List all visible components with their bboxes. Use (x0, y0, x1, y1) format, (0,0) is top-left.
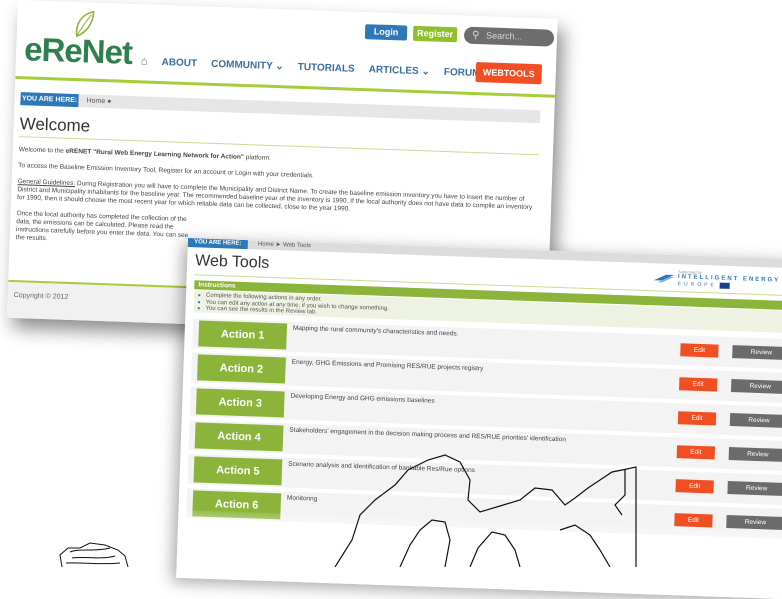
review-button[interactable]: Review (732, 345, 782, 361)
leaf-icon (75, 10, 95, 38)
breadcrumb-path[interactable]: Home ► Web Tools (258, 240, 311, 251)
main-nav: ⌂ ABOUT COMMUNITY ⌄ TUTORIALS ARTICLES ⌄… (141, 55, 481, 79)
search-icon: ⚲ (471, 29, 480, 42)
login-button[interactable]: Login (364, 24, 408, 41)
webtools-title: Web Tools (194, 252, 270, 272)
home-icon[interactable]: ⌂ (141, 55, 148, 67)
action-3-label: Action 3 (195, 388, 285, 418)
edit-button[interactable]: Edit (680, 343, 719, 358)
nav-about[interactable]: ABOUT (161, 57, 197, 69)
review-button[interactable]: Review (726, 514, 782, 530)
search-placeholder: Search... (485, 30, 523, 42)
copyright-text: Copyright © 2012 (13, 292, 69, 301)
search-input[interactable]: ⚲ Search... (463, 26, 555, 47)
review-button[interactable]: Review (729, 413, 782, 429)
edit-button[interactable]: Edit (674, 513, 713, 528)
breadcrumb: YOU ARE HERE: Home ● (20, 92, 541, 124)
nav-articles[interactable]: ARTICLES ⌄ (369, 64, 431, 77)
action-description: Mapping the rural community's characteri… (292, 324, 459, 338)
edit-button[interactable]: Edit (675, 479, 714, 494)
once-paragraph: Once the local authority has completed t… (15, 210, 189, 243)
edit-button[interactable]: Edit (678, 377, 718, 392)
review-button[interactable]: Review (730, 379, 782, 395)
sponsor-logo: Supported by INTELLIGENT ENERGY EUROPE (652, 268, 782, 293)
action-4-label: Action 4 (194, 422, 284, 452)
erenet-logo[interactable]: eReNet (24, 10, 133, 72)
edit-button[interactable]: Edit (677, 411, 717, 426)
breadcrumb-tag: YOU ARE HERE: (187, 238, 248, 250)
site-header: Login Register ⚲ Search... eReNet ⌂ ABOU… (15, 0, 558, 97)
review-button[interactable]: Review (728, 447, 782, 463)
island-sketch-icon (59, 542, 129, 567)
nav-tutorials[interactable]: TUTORIALS (298, 61, 355, 74)
action-2-label: Action 2 (197, 354, 286, 384)
intelligent-energy-logo-icon (653, 274, 675, 283)
webtools-button[interactable]: WEBTOOLS (475, 62, 543, 85)
action-1-label: Action 1 (198, 320, 288, 350)
register-button[interactable]: Register (412, 25, 458, 43)
edit-button[interactable]: Edit (676, 445, 716, 460)
breadcrumb-home[interactable]: Home ● (86, 94, 111, 108)
breadcrumb-tag: YOU ARE HERE: (20, 92, 79, 108)
eu-flag-icon (719, 282, 730, 289)
nav-community[interactable]: COMMUNITY ⌄ (211, 58, 284, 72)
action-5-label: Action 5 (193, 456, 283, 486)
page-title: Welcome (19, 114, 91, 136)
review-button[interactable]: Review (727, 480, 782, 497)
webtools-screenshot: YOU ARE HERE: Home ► Web Tools Web Tools… (176, 238, 782, 599)
